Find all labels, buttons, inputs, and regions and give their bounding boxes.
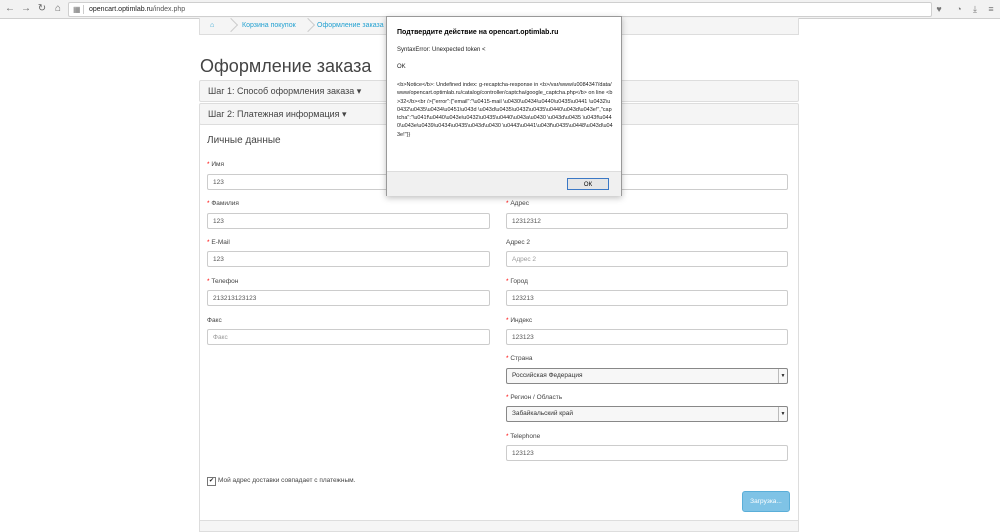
city-input[interactable]: 123213: [506, 290, 788, 306]
telephone-label: * Телефон: [207, 278, 239, 285]
menu-icon[interactable]: ≡: [985, 3, 997, 15]
alert-dialog: Подтвердите действие на opencart.optimla…: [386, 16, 622, 196]
telephone2-input[interactable]: 123123: [506, 445, 788, 461]
lastname-label: * Фамилия: [207, 200, 239, 207]
telephone2-label: * Telephone: [506, 433, 541, 440]
download-icon[interactable]: ⤓: [969, 3, 981, 15]
url-path: /index.php: [152, 6, 186, 13]
postcode-input[interactable]: 123123: [506, 329, 788, 345]
dialog-error-text: SyntaxError: Unexpected token <: [397, 47, 486, 53]
fax-label: Факс: [207, 317, 222, 324]
firstname-label: * Имя: [207, 161, 225, 168]
dialog-message: <b>Notice</b>: Undefined index: g-recapt…: [397, 82, 613, 138]
breadcrumb-checkout[interactable]: Оформление заказа: [317, 18, 384, 34]
same-address-label: Мой адрес доставки совпадает с платежным…: [218, 477, 356, 484]
lastname-input[interactable]: 123: [207, 213, 490, 229]
heart-icon[interactable]: ♥: [933, 3, 945, 15]
url-host: opencart.optimlab.ru: [89, 6, 153, 13]
email-input[interactable]: 123: [207, 251, 490, 267]
address1-input[interactable]: 12312312: [506, 213, 788, 229]
breadcrumb-cart[interactable]: Корзина покупок: [242, 18, 296, 34]
forward-icon[interactable]: →: [20, 3, 32, 15]
home-icon[interactable]: ⌂: [52, 3, 64, 15]
fax-input[interactable]: Факс: [207, 329, 490, 345]
address2-label: Адрес 2: [506, 239, 531, 246]
zone-label: * Регион / Область: [506, 394, 563, 401]
same-address-checkbox[interactable]: ✔: [207, 477, 216, 486]
city-label: * Город: [506, 278, 528, 285]
address1-label: * Адрес: [506, 200, 529, 207]
address2-input[interactable]: Адрес 2: [506, 251, 788, 267]
zone-select[interactable]: Забайкальский край ▼: [506, 406, 788, 422]
dialog-footer: ОК: [387, 171, 621, 196]
continue-button[interactable]: Загрузка...: [742, 491, 790, 512]
next-step-panel[interactable]: [199, 520, 799, 532]
reload-icon[interactable]: ↻: [36, 3, 48, 15]
personal-details-title: Личные данные: [207, 135, 281, 146]
country-select[interactable]: Российская Федерация ▼: [506, 368, 788, 384]
address-bar[interactable]: ▦ opencart.optimlab.ru/index.php: [68, 2, 932, 17]
dialog-ok-text: OK: [397, 64, 406, 70]
dialog-ok-button[interactable]: ОК: [567, 178, 609, 190]
page-info-icon[interactable]: ▦: [73, 5, 81, 14]
page-title: Оформление заказа: [200, 56, 372, 76]
telephone-input[interactable]: 213213123123: [207, 290, 490, 306]
country-label: * Страна: [506, 355, 533, 362]
dialog-title: Подтвердите действие на opencart.optimla…: [397, 29, 559, 36]
extension-icon[interactable]: ◔: [953, 3, 965, 15]
postcode-label: * Индекс: [506, 317, 533, 324]
chevron-down-icon: ▼: [778, 369, 787, 383]
home-icon[interactable]: ⌂: [210, 18, 214, 34]
chevron-down-icon: ▼: [778, 407, 787, 421]
back-icon[interactable]: ←: [4, 3, 16, 15]
email-label: * E-Mail: [207, 239, 230, 246]
